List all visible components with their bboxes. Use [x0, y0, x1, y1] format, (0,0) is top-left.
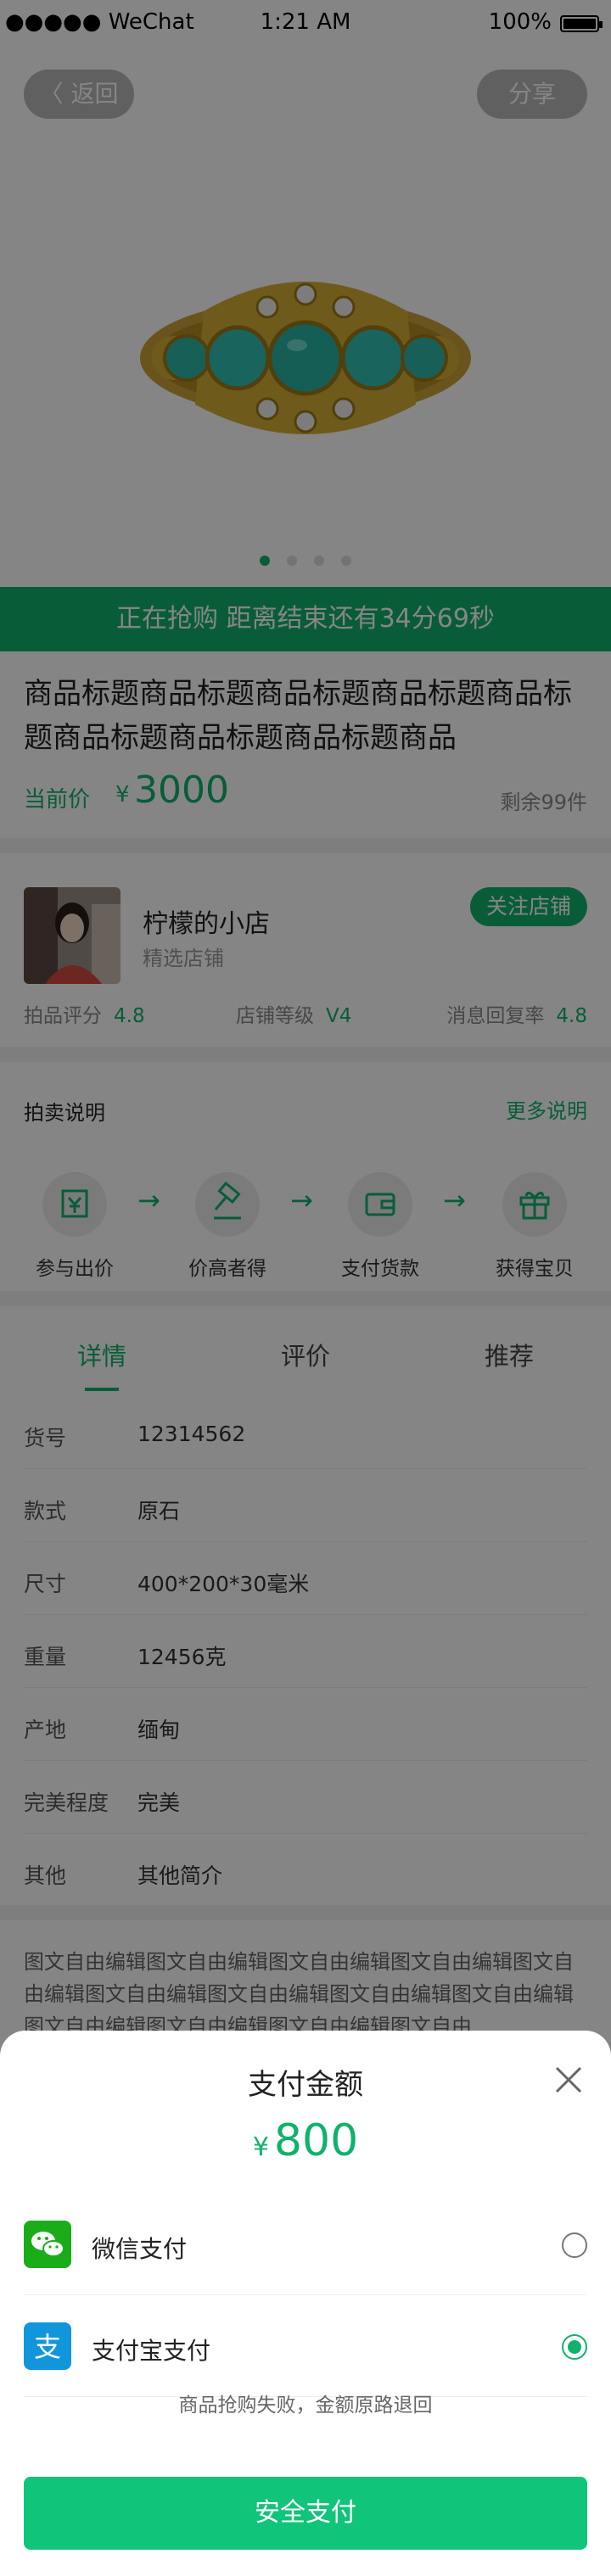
refund-note: 商品抢购失败，金额原路退回 — [178, 2394, 433, 2417]
secure-pay-button[interactable]: 安全支付 — [24, 2477, 587, 2550]
payment-title: 支付金额 — [248, 2068, 363, 2102]
wechat-pay-icon — [24, 2221, 71, 2268]
payment-sheet: 支付金额 ¥800 微信支付 支 支付宝支付 商品抢购失败，金额原路退回 安全支… — [0, 2031, 611, 2576]
radio-selected[interactable] — [562, 2334, 587, 2360]
payment-option-label: 支付宝支付 — [92, 2337, 211, 2365]
currency-symbol: ¥ — [252, 2132, 269, 2162]
close-icon[interactable] — [552, 2063, 586, 2097]
radio-unselected[interactable] — [562, 2232, 587, 2258]
payment-option-label: 微信支付 — [92, 2235, 188, 2263]
amount-value: 800 — [273, 2115, 359, 2166]
alipay-icon: 支 — [24, 2322, 71, 2370]
payment-option-alipay[interactable]: 支 支付宝支付 — [24, 2295, 587, 2397]
payment-option-wechat[interactable]: 微信支付 — [24, 2193, 587, 2295]
payment-amount: ¥800 — [0, 2115, 611, 2166]
svg-text:支: 支 — [34, 2331, 61, 2363]
